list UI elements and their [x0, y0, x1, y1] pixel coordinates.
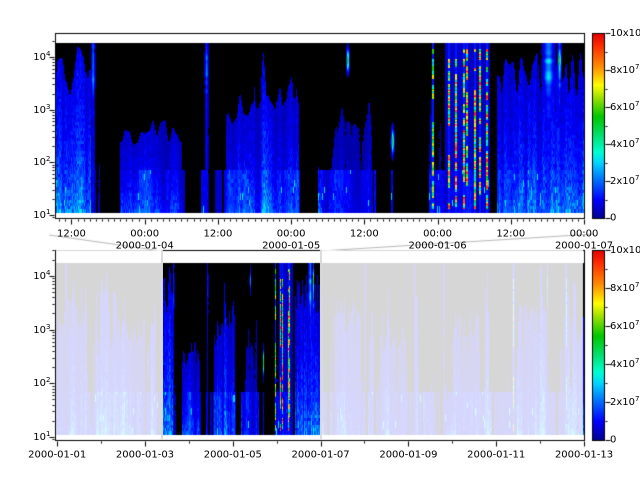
overview-selection-box[interactable]: [161, 250, 322, 440]
spectrogram-figure: 12:0000:002000-01-0412:0000:002000-01-05…: [0, 0, 640, 480]
